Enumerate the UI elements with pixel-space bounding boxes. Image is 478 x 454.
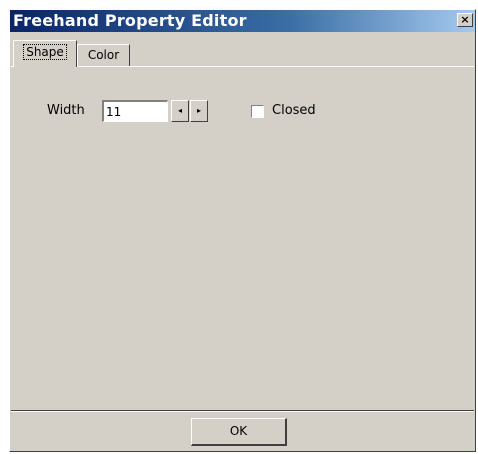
closed-checkbox-label[interactable]: Closed [272,103,316,118]
title-bar[interactable]: Freehand Property Editor × [10,10,475,32]
ok-button-label: OK [229,424,248,438]
tab-color-label: Color [87,48,120,62]
close-icon: × [460,13,470,26]
footer-divider [11,410,474,412]
freehand-property-editor-window: Freehand Property Editor × Shape Color W… [9,9,476,452]
tab-shape[interactable]: Shape [13,40,77,67]
shape-panel: Width ◂ ▸ Closed [11,66,474,410]
width-input[interactable] [102,100,168,122]
close-button[interactable]: × [457,13,473,27]
spin-right-arrow-icon: ▸ [196,106,201,115]
width-label: Width [47,103,85,118]
tab-shape-label: Shape [23,44,67,60]
width-decrease-button[interactable]: ◂ [171,100,189,122]
window-title: Freehand Property Editor [13,11,247,30]
closed-checkbox[interactable] [251,105,264,118]
spin-left-arrow-icon: ◂ [177,106,182,115]
ok-button[interactable]: OK [191,418,287,446]
width-increase-button[interactable]: ▸ [190,100,208,122]
tab-color[interactable]: Color [77,44,130,66]
